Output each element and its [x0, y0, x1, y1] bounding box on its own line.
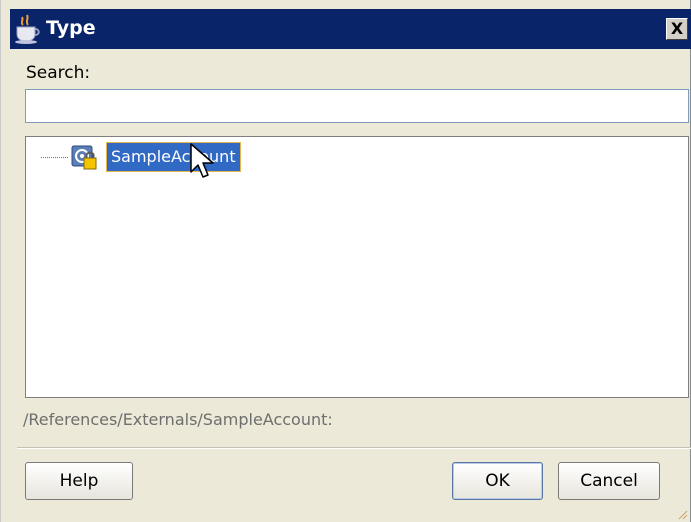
cancel-button[interactable]: Cancel [558, 462, 660, 500]
dialog-title: Type [46, 17, 96, 39]
selected-path: /References/Externals/SampleAccount: [23, 410, 333, 429]
tree-connector-line [41, 157, 68, 158]
close-icon: X [670, 19, 684, 38]
type-dialog: Type X Search: SampleAccount /References… [0, 0, 691, 522]
divider [17, 447, 691, 449]
tree-item-sampleaccount[interactable]: SampleAccount [106, 142, 241, 172]
type-tree[interactable]: SampleAccount [25, 136, 689, 398]
title-bar[interactable]: Type X [10, 9, 691, 49]
help-button[interactable]: Help [25, 462, 133, 500]
search-input[interactable] [25, 89, 689, 123]
schema-element-icon [71, 145, 97, 170]
mouse-cursor-icon [190, 143, 214, 178]
coffee-cup-icon [15, 14, 40, 44]
resize-grip-icon[interactable] [676, 508, 688, 520]
search-label: Search: [26, 63, 91, 83]
ok-button[interactable]: OK [452, 462, 543, 500]
close-button[interactable]: X [666, 18, 688, 40]
